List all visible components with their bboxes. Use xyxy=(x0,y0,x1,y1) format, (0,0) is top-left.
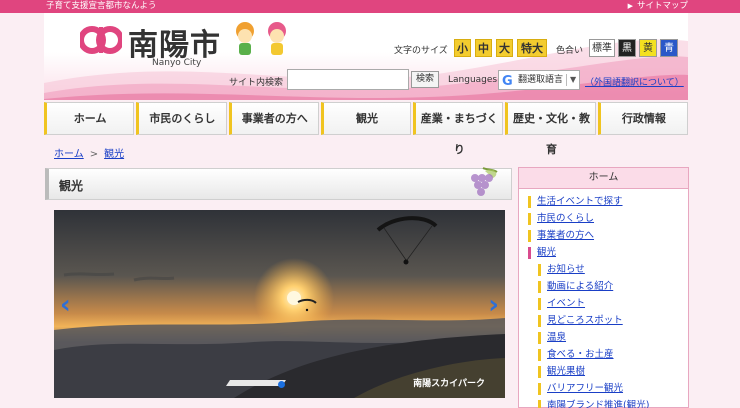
sidebar-item-events[interactable]: 生活イベントで探す xyxy=(528,196,623,208)
hero-slideshow: ‹ › 南陽スカイパーク xyxy=(54,210,505,398)
color-label: 色合い xyxy=(556,46,584,56)
slide-indicator-dot[interactable] xyxy=(278,381,285,388)
sidebar-item-living[interactable]: 市民のくらし xyxy=(527,213,594,225)
font-xlarge-button[interactable]: 特大 xyxy=(517,39,547,57)
sunset-photo xyxy=(54,210,505,398)
sidebar-subitem-onsen[interactable]: 温泉 xyxy=(537,332,566,344)
play-icon: ▶ xyxy=(627,2,633,10)
sidebar-heading: ホーム xyxy=(519,168,688,189)
sidebar-subitem-events[interactable]: イベント xyxy=(537,298,585,310)
sidebar-subitem-brand[interactable]: 南陽ブランド推進(観光) xyxy=(537,400,649,408)
chevron-down-icon: ▼ xyxy=(570,75,577,84)
sidebar-subitem-videos[interactable]: 動画による紹介 xyxy=(537,281,613,293)
nav-history[interactable]: 歴史・文化・教育 xyxy=(505,102,596,156)
nav-industry[interactable]: 産業・まちづくり xyxy=(413,102,504,156)
color-blue-button[interactable]: 青 xyxy=(660,39,678,57)
breadcrumb: ホーム > 観光 xyxy=(54,149,125,160)
slide-next-arrow-icon[interactable]: › xyxy=(488,290,499,320)
font-large-button[interactable]: 大 xyxy=(496,39,513,57)
page-title-bar: 観光 xyxy=(45,167,512,200)
city-name-en: Nanyo City xyxy=(152,58,202,68)
font-size-label: 文字のサイズ xyxy=(394,46,448,56)
top-bar: 子育て支援宣言都市なんよう ▶ サイトマップ xyxy=(0,0,740,13)
font-medium-button[interactable]: 中 xyxy=(475,39,492,57)
global-nav: ホーム 市民のくらし 事業者の方へ 観光 産業・まちづくり 歴史・文化・教育 行… xyxy=(44,102,688,156)
translation-info-link[interactable]: （外国語翻訳について） xyxy=(585,75,684,88)
grapes-icon xyxy=(471,167,498,196)
sidebar-subitem-barrierfree[interactable]: バリアフリー観光 xyxy=(537,383,623,395)
color-standard-button[interactable]: 標準 xyxy=(589,39,615,57)
slide-caption: 南陽スカイパーク xyxy=(413,379,485,389)
mascot-icon xyxy=(236,22,286,55)
color-black-button[interactable]: 黒 xyxy=(618,39,636,57)
search-button[interactable]: 検索 xyxy=(411,71,439,88)
sidebar-subitem-spots[interactable]: 見どころスポット xyxy=(538,315,623,327)
languages-label: Languages xyxy=(448,75,498,85)
nav-home[interactable]: ホーム xyxy=(44,102,135,135)
sidebar-item-business[interactable]: 事業者の方へ xyxy=(527,230,594,242)
breadcrumb-current[interactable]: 観光 xyxy=(104,149,124,160)
color-yellow-button[interactable]: 黄 xyxy=(639,39,657,57)
tagline: 子育て支援宣言都市なんよう xyxy=(46,1,157,11)
language-select[interactable]: G 翻選取語言 ▼ xyxy=(498,70,580,90)
google-icon: G xyxy=(502,74,513,88)
nav-tourism[interactable]: 観光 xyxy=(320,102,412,135)
slide-prev-arrow-icon[interactable]: ‹ xyxy=(60,290,71,320)
sitemap-link[interactable]: ▶ サイトマップ xyxy=(628,0,688,13)
nav-business[interactable]: 事業者の方へ xyxy=(228,102,319,135)
nav-living[interactable]: 市民のくらし xyxy=(136,102,227,135)
city-logo-icon xyxy=(80,26,122,54)
search-input[interactable] xyxy=(287,69,409,90)
sidebar-subitem-fruit[interactable]: 観光果樹 xyxy=(537,366,585,378)
sidebar-item-tourism[interactable]: 観光 xyxy=(527,247,556,259)
search-label: サイト内検索 xyxy=(229,78,284,88)
page-title: 観光 xyxy=(59,179,84,193)
svg-text:G: G xyxy=(502,74,513,88)
breadcrumb-home[interactable]: ホーム xyxy=(54,149,84,160)
site-header: 南陽市 Nanyo City 文字のサイズ 小 中 大 特大 色合い 標準 黒 … xyxy=(44,13,688,100)
sidebar-menu: ホーム 生活イベントで探す 市民のくらし 事業者の方へ 観光 お知らせ 動画によ… xyxy=(518,167,689,408)
sidebar-subitem-food[interactable]: 食べる・お土産 xyxy=(538,349,614,361)
nav-admin[interactable]: 行政情報 xyxy=(597,102,688,135)
font-small-button[interactable]: 小 xyxy=(454,39,471,57)
sidebar-subitem-news[interactable]: お知らせ xyxy=(538,264,585,276)
